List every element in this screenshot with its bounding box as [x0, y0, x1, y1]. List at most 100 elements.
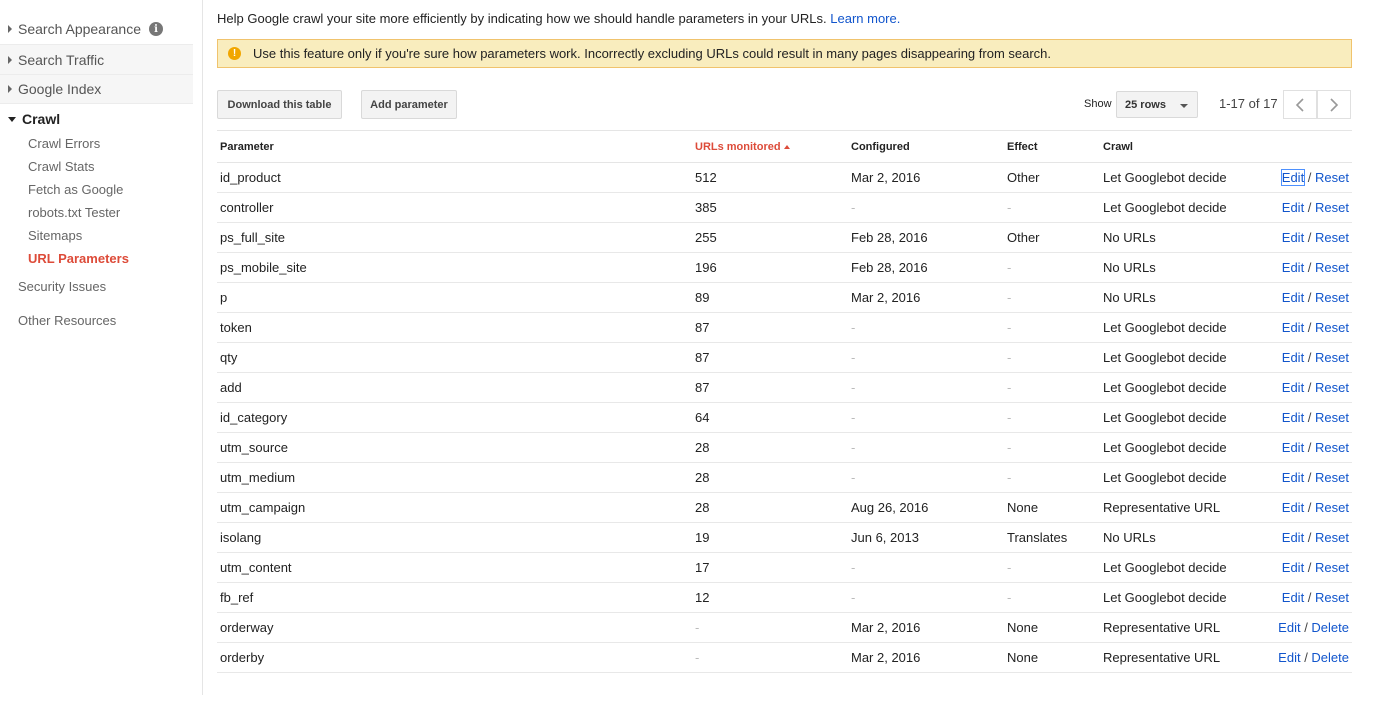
edit-link[interactable]: Edit — [1282, 230, 1304, 245]
cell-parameter: controller — [220, 200, 274, 215]
reset-link[interactable]: Reset — [1315, 290, 1349, 305]
header-effect[interactable]: Effect — [1007, 141, 1038, 153]
reset-link[interactable]: Reset — [1315, 260, 1349, 275]
reset-link[interactable]: Reset — [1315, 230, 1349, 245]
row-actions: Edit / Reset — [1282, 440, 1349, 455]
rows-per-page-select[interactable]: 25 rows — [1116, 91, 1198, 118]
table-row: id_product 512 Mar 2, 2016 Other Let Googleb… — [217, 163, 1352, 193]
cell-parameter: utm_content — [220, 560, 292, 575]
reset-link[interactable]: Reset — [1315, 200, 1349, 215]
edit-link[interactable]: Edit — [1282, 200, 1304, 215]
edit-link[interactable]: Edit — [1282, 290, 1304, 305]
edit-link[interactable]: Edit — [1282, 320, 1304, 335]
row-actions: Edit / Reset — [1282, 350, 1349, 365]
reset-link[interactable]: Reset — [1315, 590, 1349, 605]
reset-link[interactable]: Reset — [1315, 500, 1349, 515]
sidebar-subitem-robots-tester[interactable]: robots.txt Tester — [28, 205, 120, 220]
cell-crawl: Let Googlebot decide — [1103, 440, 1227, 455]
cell-parameter: orderby — [220, 650, 265, 665]
edit-link[interactable]: Edit — [1280, 169, 1306, 186]
edit-link[interactable]: Edit — [1282, 350, 1304, 365]
action-separator: / — [1300, 650, 1312, 665]
table-body: id_product 512 Mar 2, 2016 Other Let Googleb… — [217, 163, 1352, 673]
reset-link[interactable]: Reset — [1315, 560, 1349, 575]
reset-link[interactable]: Reset — [1315, 170, 1349, 185]
cell-urls-monitored: 512 — [695, 170, 717, 185]
edit-link[interactable]: Edit — [1282, 590, 1304, 605]
action-separator: / — [1300, 620, 1312, 635]
learn-more-link[interactable]: Learn more. — [830, 11, 900, 26]
cell-effect: Other — [1007, 170, 1040, 185]
sidebar-subitem-sitemaps[interactable]: Sitemaps — [28, 228, 82, 243]
reset-link[interactable]: Reset — [1315, 530, 1349, 545]
cell-urls-monitored: 28 — [695, 470, 710, 485]
info-icon[interactable]: i — [148, 22, 163, 36]
table-row: utm_campaign 28 Aug 26, 2016 None Representa… — [217, 493, 1352, 523]
reset-link[interactable]: Reset — [1315, 350, 1349, 365]
cell-urls-monitored: - — [695, 650, 700, 665]
sidebar-subitem-url-parameters[interactable]: URL Parameters — [28, 251, 129, 266]
cell-effect: Translates — [1007, 530, 1068, 545]
edit-link[interactable]: Edit — [1282, 380, 1304, 395]
cell-urls-monitored: 255 — [695, 230, 717, 245]
cell-effect: - — [1007, 320, 1012, 335]
prev-page-button[interactable] — [1283, 90, 1317, 119]
action-separator: / — [1304, 320, 1316, 335]
action-separator: / — [1304, 350, 1316, 365]
sidebar-item-google-index[interactable]: Google Index — [0, 74, 193, 104]
row-actions: Edit / Reset — [1280, 169, 1349, 186]
header-crawl[interactable]: Crawl — [1103, 141, 1133, 153]
download-table-button[interactable]: Download this table — [217, 90, 342, 119]
sidebar-item-search-appearance[interactable]: Search Appearance i — [0, 14, 193, 44]
edit-link[interactable]: Edit — [1282, 410, 1304, 425]
cell-effect: - — [1007, 290, 1012, 305]
row-actions: Edit / Reset — [1282, 200, 1349, 215]
reset-link[interactable]: Reset — [1315, 440, 1349, 455]
cell-parameter: fb_ref — [220, 590, 254, 605]
cell-urls-monitored: 19 — [695, 530, 710, 545]
edit-link[interactable]: Edit — [1282, 260, 1304, 275]
edit-link[interactable]: Edit — [1282, 530, 1304, 545]
table-row: ps_mobile_site 196 Feb 28, 2016 - No URLs Edi… — [217, 253, 1352, 283]
edit-link[interactable]: Edit — [1278, 650, 1300, 665]
cell-configured: - — [851, 410, 856, 425]
cell-effect: None — [1007, 620, 1039, 635]
cell-configured: - — [851, 320, 856, 335]
edit-link[interactable]: Edit — [1282, 440, 1304, 455]
edit-link[interactable]: Edit — [1282, 500, 1304, 515]
table-row: utm_medium 28 - - Let Googlebot decide Edit /… — [217, 463, 1352, 493]
sidebar-subitem-crawl-errors[interactable]: Crawl Errors — [28, 136, 100, 151]
header-parameter[interactable]: Parameter — [220, 141, 274, 153]
row-actions: Edit / Reset — [1282, 290, 1349, 305]
table-row: qty 87 - - Let Googlebot decide Edit / Reset — [217, 343, 1352, 373]
reset-link[interactable]: Reset — [1315, 380, 1349, 395]
sidebar-subitem-fetch-as-google[interactable]: Fetch as Google — [28, 182, 123, 197]
cell-configured: Aug 26, 2016 — [851, 500, 929, 515]
add-parameter-button[interactable]: Add parameter — [361, 90, 457, 119]
delete-link[interactable]: Delete — [1311, 620, 1349, 635]
edit-link[interactable]: Edit — [1282, 470, 1304, 485]
sidebar-subitem-crawl-stats[interactable]: Crawl Stats — [28, 159, 94, 174]
table-row: utm_source 28 - - Let Googlebot decide Edit /… — [217, 433, 1352, 463]
header-urls-monitored[interactable]: URLs monitored — [695, 141, 790, 153]
sidebar-item-search-traffic[interactable]: Search Traffic — [0, 44, 193, 74]
header-configured[interactable]: Configured — [851, 141, 910, 153]
cell-parameter: id_product — [220, 170, 281, 185]
cell-urls-monitored: 87 — [695, 380, 710, 395]
intro-text: Help Google crawl your site more efficie… — [217, 11, 900, 26]
action-separator: / — [1304, 470, 1316, 485]
edit-link[interactable]: Edit — [1282, 560, 1304, 575]
delete-link[interactable]: Delete — [1311, 650, 1349, 665]
edit-link[interactable]: Edit — [1278, 620, 1300, 635]
sidebar-item-security-issues[interactable]: Security Issues — [18, 279, 106, 294]
reset-link[interactable]: Reset — [1315, 410, 1349, 425]
sidebar-item-other-resources[interactable]: Other Resources — [18, 313, 116, 328]
reset-link[interactable]: Reset — [1315, 470, 1349, 485]
reset-link[interactable]: Reset — [1315, 320, 1349, 335]
next-page-button[interactable] — [1317, 90, 1351, 119]
cell-effect: None — [1007, 500, 1039, 515]
table-row: id_category 64 - - Let Googlebot decide Edit … — [217, 403, 1352, 433]
cell-effect: None — [1007, 650, 1039, 665]
sidebar-item-crawl[interactable]: Crawl — [0, 104, 193, 134]
action-separator: / — [1304, 500, 1316, 515]
